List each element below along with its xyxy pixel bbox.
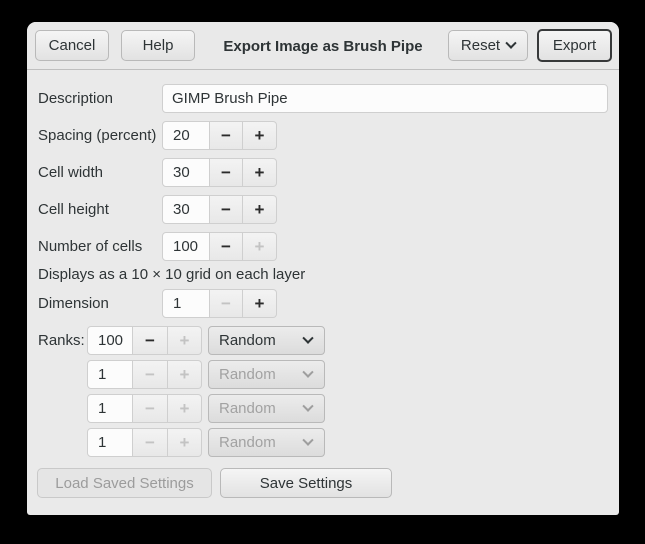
description-input[interactable]: [162, 84, 608, 113]
ranks-row-2: − + Random: [27, 360, 619, 389]
dimension-label: Dimension: [38, 295, 109, 312]
spacing-plus-button[interactable]: +: [243, 121, 277, 150]
spacing-input[interactable]: [162, 121, 210, 150]
dimension-plus-button[interactable]: +: [243, 289, 277, 318]
rank-4-spinner: − +: [87, 428, 202, 457]
ranks-row-4: − + Random: [27, 428, 619, 457]
export-brush-pipe-dialog: Cancel Help Export Image as Brush Pipe R…: [27, 22, 619, 515]
rank-3-mode-dropdown: Random: [208, 394, 325, 423]
dimension-input[interactable]: [162, 289, 210, 318]
load-saved-settings-button: Load Saved Settings: [37, 468, 212, 498]
rank-1-plus-button: +: [168, 326, 202, 355]
dimension-row: Dimension − +: [27, 289, 619, 318]
rank-4-mode-dropdown: Random: [208, 428, 325, 457]
ranks-row-1: Ranks: − + Random: [27, 326, 619, 355]
cell-height-minus-button[interactable]: −: [210, 195, 243, 224]
chevron-down-icon: [302, 332, 313, 343]
rank-3-minus-button: −: [133, 394, 168, 423]
rank-4-plus-button: +: [168, 428, 202, 457]
save-settings-button[interactable]: Save Settings: [220, 468, 392, 498]
rank-3-input[interactable]: [87, 394, 133, 423]
cancel-button[interactable]: Cancel: [35, 30, 109, 61]
rank-3-spinner: − +: [87, 394, 202, 423]
num-cells-spinner: − +: [162, 232, 277, 261]
cell-width-spinner: − +: [162, 158, 277, 187]
spacing-spinner: − +: [162, 121, 277, 150]
chevron-down-icon: [302, 366, 313, 377]
rank-2-minus-button: −: [133, 360, 168, 389]
rank-3-plus-button: +: [168, 394, 202, 423]
cell-height-plus-button[interactable]: +: [243, 195, 277, 224]
num-cells-minus-button[interactable]: −: [210, 232, 243, 261]
chevron-down-icon: [302, 400, 313, 411]
rank-2-mode-value: Random: [219, 366, 276, 383]
cell-width-label: Cell width: [38, 164, 103, 181]
cell-height-label: Cell height: [38, 201, 109, 218]
ranks-label: Ranks:: [38, 332, 85, 349]
rank-2-plus-button: +: [168, 360, 202, 389]
rank-1-mode-dropdown[interactable]: Random: [208, 326, 325, 355]
rank-2-mode-dropdown: Random: [208, 360, 325, 389]
rank-1-input[interactable]: [87, 326, 133, 355]
reset-button[interactable]: Reset: [448, 30, 528, 61]
rank-3-mode-value: Random: [219, 400, 276, 417]
help-button[interactable]: Help: [121, 30, 195, 61]
num-cells-input[interactable]: [162, 232, 210, 261]
spacing-label: Spacing (percent): [38, 127, 156, 144]
rank-4-mode-value: Random: [219, 434, 276, 451]
dialog-title: Export Image as Brush Pipe: [27, 22, 619, 70]
rank-1-minus-button[interactable]: −: [133, 326, 168, 355]
chevron-down-icon: [505, 37, 516, 48]
cell-width-input[interactable]: [162, 158, 210, 187]
grid-info-text: Displays as a 10 × 10 grid on each layer: [38, 266, 305, 283]
num-cells-row: Number of cells − +: [27, 232, 619, 261]
rank-4-minus-button: −: [133, 428, 168, 457]
export-button[interactable]: Export: [537, 29, 612, 62]
ranks-row-3: − + Random: [27, 394, 619, 423]
cell-height-spinner: − +: [162, 195, 277, 224]
description-label: Description: [38, 90, 113, 107]
num-cells-label: Number of cells: [38, 238, 142, 255]
reset-button-label: Reset: [461, 37, 500, 54]
rank-2-spinner: − +: [87, 360, 202, 389]
description-row: Description: [27, 84, 619, 113]
rank-1-mode-value: Random: [219, 332, 276, 349]
rank-4-input[interactable]: [87, 428, 133, 457]
num-cells-plus-button: +: [243, 232, 277, 261]
rank-1-spinner: − +: [87, 326, 202, 355]
rank-2-input[interactable]: [87, 360, 133, 389]
cell-width-plus-button[interactable]: +: [243, 158, 277, 187]
chevron-down-icon: [302, 434, 313, 445]
cell-width-minus-button[interactable]: −: [210, 158, 243, 187]
dimension-minus-button: −: [210, 289, 243, 318]
cell-width-row: Cell width − +: [27, 158, 619, 187]
cell-height-input[interactable]: [162, 195, 210, 224]
spacing-row: Spacing (percent) − +: [27, 121, 619, 150]
spacing-minus-button[interactable]: −: [210, 121, 243, 150]
header-bar: Cancel Help Export Image as Brush Pipe R…: [27, 22, 619, 70]
cell-height-row: Cell height − +: [27, 195, 619, 224]
dimension-spinner: − +: [162, 289, 277, 318]
